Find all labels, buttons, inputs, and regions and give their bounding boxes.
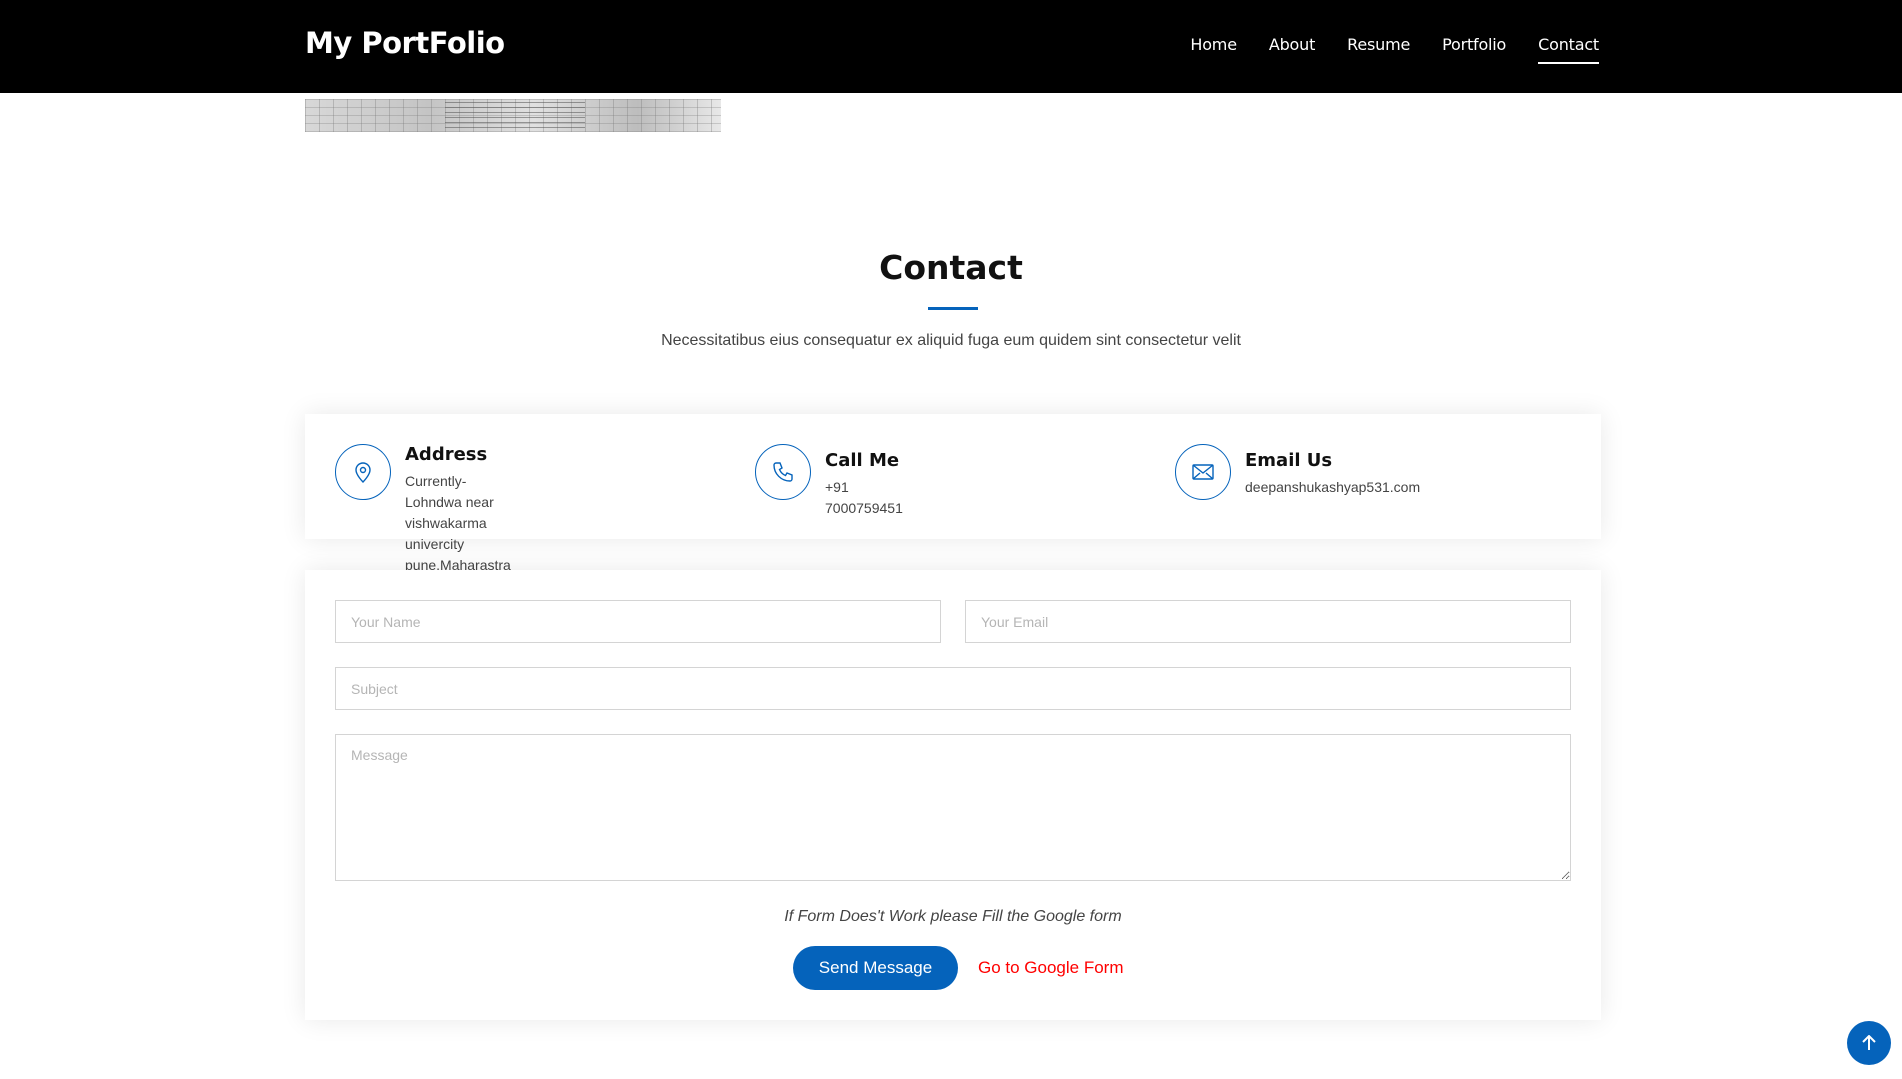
title-underline <box>928 307 978 310</box>
google-form-link[interactable]: Go to Google Form <box>978 958 1124 978</box>
nav-about[interactable]: About <box>1269 35 1316 64</box>
address-line-1: Currently-Lohndwa near vishwakarma unive… <box>405 473 494 552</box>
address-text: Currently-Lohndwa near vishwakarma unive… <box>405 471 511 576</box>
arrow-up-icon <box>1862 1035 1876 1050</box>
contact-info-card: Address Currently-Lohndwa near vishwakar… <box>305 414 1601 573</box>
section-title: Contact <box>879 248 1023 287</box>
site-logo[interactable]: My PortFolio <box>305 26 505 60</box>
contact-form-card: If Form Does't Work please Fill the Goog… <box>305 570 1601 1020</box>
portfolio-thumbnail[interactable] <box>305 99 721 132</box>
message-textarea[interactable] <box>335 734 1571 881</box>
email-text[interactable]: deepanshukashyap531.com <box>1245 477 1420 498</box>
back-to-top-button[interactable] <box>1847 1021 1891 1065</box>
subject-input[interactable] <box>335 667 1571 710</box>
thumbnail-caption <box>445 102 585 128</box>
nav-resume[interactable]: Resume <box>1347 35 1410 64</box>
address-title: Address <box>405 444 488 465</box>
google-form-note: If Form Does't Work please Fill the Goog… <box>784 908 1122 925</box>
name-input[interactable] <box>335 600 941 643</box>
email-title: Email Us <box>1245 450 1333 471</box>
phone-icon <box>755 444 811 500</box>
nav-contact[interactable]: Contact <box>1538 35 1599 64</box>
nav-home[interactable]: Home <box>1190 35 1237 64</box>
call-text[interactable]: +91 7000759451 <box>825 477 903 519</box>
call-title: Call Me <box>825 450 900 471</box>
nav-portfolio[interactable]: Portfolio <box>1442 35 1506 64</box>
send-message-button[interactable]: Send Message <box>793 946 958 990</box>
envelope-icon <box>1175 444 1231 500</box>
site-header: My PortFolio Home About Resume Portfolio… <box>0 0 1902 93</box>
map-pin-icon <box>335 444 391 500</box>
email-input[interactable] <box>965 600 1571 643</box>
section-subtitle: Necessitatibus eius consequatur ex aliqu… <box>661 332 1241 349</box>
main-nav: Home About Resume Portfolio Contact <box>1158 35 1599 64</box>
